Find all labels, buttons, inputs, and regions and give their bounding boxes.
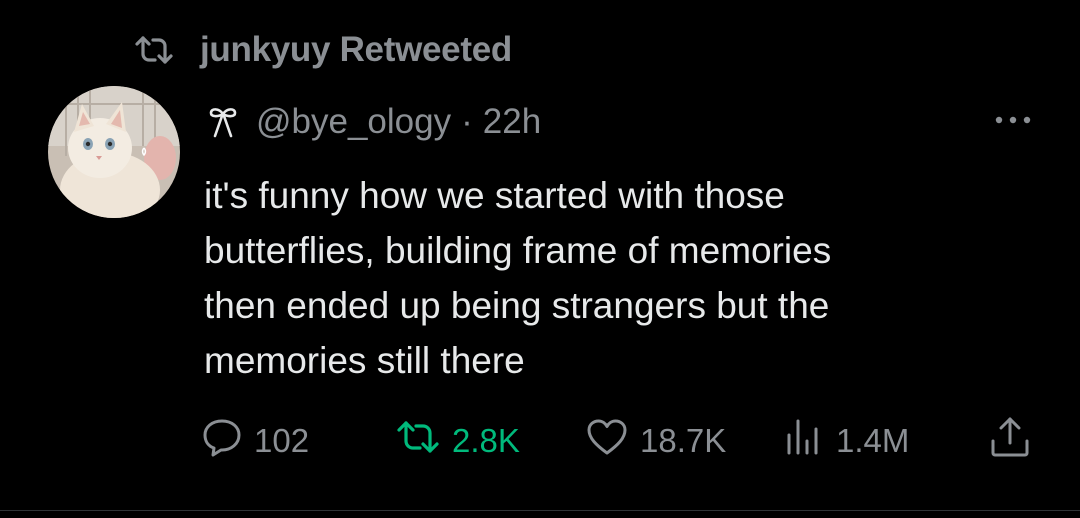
tweet-timestamp[interactable]: 22h <box>483 102 541 142</box>
more-options-button[interactable] <box>990 106 1036 136</box>
retweet-icon <box>134 33 174 67</box>
like-button[interactable]: 18.7K <box>586 416 726 466</box>
divider <box>0 510 1080 511</box>
heart-icon <box>586 418 640 464</box>
tweet-text: it's funny how we started with those but… <box>204 168 1064 388</box>
retweet-banner-text: junkyuy Retweeted <box>200 30 512 69</box>
views-count: 1.4M <box>836 422 910 459</box>
views-icon <box>782 417 836 465</box>
tweet-header: @bye_ology · 22h <box>204 98 541 146</box>
more-dots-icon <box>993 112 1033 130</box>
share-button[interactable] <box>988 416 1044 466</box>
bow-icon[interactable] <box>204 103 242 141</box>
share-icon <box>988 415 1044 467</box>
retweet-banner[interactable]: junkyuy Retweeted <box>134 28 512 72</box>
retweet-icon <box>396 420 452 462</box>
tweet-action-bar: 102 2.8K 18.7K 1.4M <box>0 416 1080 466</box>
like-count: 18.7K <box>640 422 727 459</box>
author-handle[interactable]: @bye_ology <box>256 102 451 142</box>
tweet-text-line: butterflies, building frame of memories <box>204 230 832 271</box>
cat-avatar[interactable] <box>48 86 180 218</box>
tweet-text-line: it's funny how we started with those <box>204 175 785 216</box>
reply-count: 102 <box>254 422 310 459</box>
views-button[interactable]: 1.4M <box>782 416 909 466</box>
separator-dot: · <box>461 102 473 141</box>
retweet-count: 2.8K <box>452 422 520 459</box>
tweet-text-line: memories still there <box>204 340 525 381</box>
tweet-text-line: then ended up being strangers but the <box>204 285 830 326</box>
retweet-button[interactable]: 2.8K <box>396 416 520 466</box>
reply-button[interactable]: 102 <box>202 416 309 466</box>
reply-icon <box>202 417 254 465</box>
